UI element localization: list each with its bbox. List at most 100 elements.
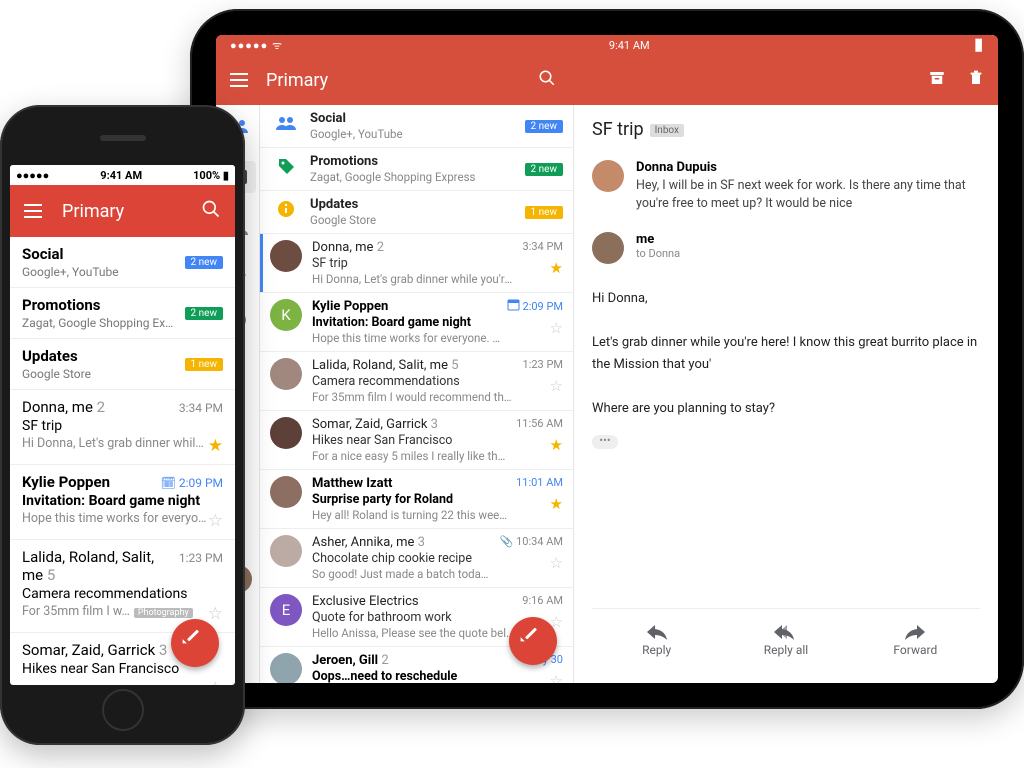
ipad-device: ●●●●● ᯤ 9:41 AM ▊ Primary [190,9,1024,709]
sender: Asher, Annika, me 3 [312,535,494,550]
home-button[interactable] [102,689,144,731]
search-icon[interactable] [538,69,556,91]
reply-all-button[interactable]: Reply all [721,609,850,673]
category-badge: 2 new [185,307,223,320]
subject: Surprise party for Roland [312,492,510,507]
message-list: SocialGoogle+, YouTube 2 new PromotionsZ… [10,237,235,685]
time: 1:23 PM [523,358,563,371]
star-icon[interactable]: ☆ [208,604,223,624]
subject: Oops…need to reschedule [312,669,521,683]
star-outline-icon[interactable]: ☆ [550,672,563,683]
sender: Kylie Poppen [22,473,161,491]
menu-icon[interactable] [230,73,248,87]
message-list: SocialGoogle+, YouTube 2 new PromotionsZ… [260,105,574,683]
message-row[interactable]: KKylie PoppenInvitation: Board game nigh… [260,293,573,352]
avatar [270,535,302,567]
time: 11:01 AM [516,476,563,489]
star-icon[interactable]: ★ [550,436,563,454]
message-preview: Hey, I will be in SF next week for work.… [636,177,980,212]
category-name: Updates [310,197,525,212]
message-body: Hi Donna, Let's grab dinner while you're… [592,288,980,421]
snippet: Hi Donna, Let's grab dinner whil… [22,436,208,456]
attachment-icon: 📎 [500,535,516,548]
sender: Somar, Zaid, Garrick 3 [312,417,510,432]
avatar [270,358,302,390]
forward-button[interactable]: Forward [851,609,980,673]
snippet: Hope this time works for everyone. I'm t… [312,331,502,345]
app-header: Primary [10,185,235,237]
category-name: Updates [22,347,185,365]
avatar [270,476,302,508]
time: 11:56 AM [516,417,563,430]
star-outline-icon[interactable]: ☆ [550,319,563,337]
reply-button[interactable]: Reply [592,609,721,673]
thread-message[interactable]: Donna Dupuis Hey, I will be in SF next w… [592,160,980,212]
show-trimmed-button[interactable]: ••• [592,435,618,449]
app-header: Primary [216,55,998,105]
action-bar: Reply Reply all Forward [592,608,980,673]
time: 3:34 PM [523,240,563,253]
message-row[interactable]: Asher, Annika, me 3Chocolate chip cookie… [260,529,573,588]
header-title: Primary [62,201,124,222]
category-promotions[interactable]: PromotionsZagat, Google Shopping Express… [260,148,573,191]
snippet [22,679,208,685]
ios-status-bar: ●●●●● ᯤ 9:41 AM ▊ [216,35,998,55]
inbox-chip: Inbox [650,124,684,137]
message-row[interactable]: Kylie Poppen🗓 2:09 PMInvitation: Board g… [10,465,235,540]
sender: Lalida, Roland, Salit, me 5 [312,358,517,373]
snippet: For 35mm film I w…Photography [22,604,208,624]
star-icon[interactable]: ☆ [208,511,223,531]
battery-icon: ▊ [976,39,984,52]
star-icon[interactable]: ★ [550,259,563,277]
avatar [270,653,302,683]
sender: Donna, me 2 [22,398,179,416]
subject: Quote for bathroom work [312,610,516,625]
message-row[interactable]: Matthew IzattSurprise party for RolandHe… [260,470,573,529]
category-badge: 2 new [185,256,223,269]
status-time: 9:41 AM [100,169,142,182]
category-social[interactable]: SocialGoogle+, YouTube 2 new [10,237,235,288]
compose-fab[interactable] [509,617,557,665]
avatar [592,160,624,192]
pencil-icon [186,634,204,652]
category-updates[interactable]: UpdatesGoogle Store 1 new [260,191,573,234]
avatar: K [270,299,302,331]
star-icon[interactable]: ☆ [208,679,223,685]
category-updates[interactable]: UpdatesGoogle Store 1 new [10,339,235,390]
message-meta: 11:01 AM ★ [516,476,563,522]
category-sub: Zagat, Google Shopping Express [310,170,525,184]
star-outline-icon[interactable]: ☆ [550,554,563,572]
message-meta: 📎 10:34 AM ☆ [500,535,563,581]
category-badge: 1 new [185,358,223,371]
social-icon [274,111,298,135]
message-row[interactable]: Donna, me 23:34 PMSF tripHi Donna, Let's… [10,390,235,465]
iphone-screen: ●●●●● 9:41 AM 100% ▮ Primary SocialGoogl… [10,165,235,685]
message-row[interactable]: Donna, me 2SF tripHi Donna, Let's grab d… [260,234,573,293]
archive-icon[interactable] [928,69,946,91]
snippet: For a nice easy 5 miles I really like th… [312,449,510,463]
category-social[interactable]: SocialGoogle+, YouTube 2 new [260,105,573,148]
header-title: Primary [266,70,328,91]
star-icon[interactable]: ★ [208,436,223,456]
category-promotions[interactable]: PromotionsZagat, Google Shopping Ex… 2 n… [10,288,235,339]
thread-message-expanded: me to Donna [592,232,980,264]
time: 📎 10:34 AM [500,535,563,548]
message-row[interactable]: Somar, Zaid, Garrick 3Hikes near San Fra… [260,411,573,470]
battery-label: 100% ▮ [193,169,229,182]
sender: Jeroen, Gill 2 [312,653,521,668]
signal-dots-icon: ●●●●● [16,169,49,182]
category-name: Social [22,245,185,263]
star-outline-icon[interactable]: ☆ [550,377,563,395]
star-icon[interactable]: ★ [550,495,563,513]
menu-icon[interactable] [24,204,42,218]
message-row[interactable]: Lalida, Roland, Salit, me 5Camera recomm… [260,352,573,411]
search-icon[interactable] [201,199,221,223]
promotions-icon [274,154,298,178]
category-sub: Zagat, Google Shopping Ex… [22,316,185,330]
avatar [270,240,302,272]
subject: Chocolate chip cookie recipe [312,551,494,566]
category-sub: Google+, YouTube [310,127,525,141]
snippet: Hey all! Roland is turning 22 this week,… [312,508,510,522]
delete-icon[interactable] [968,69,984,91]
compose-fab[interactable] [171,619,219,667]
